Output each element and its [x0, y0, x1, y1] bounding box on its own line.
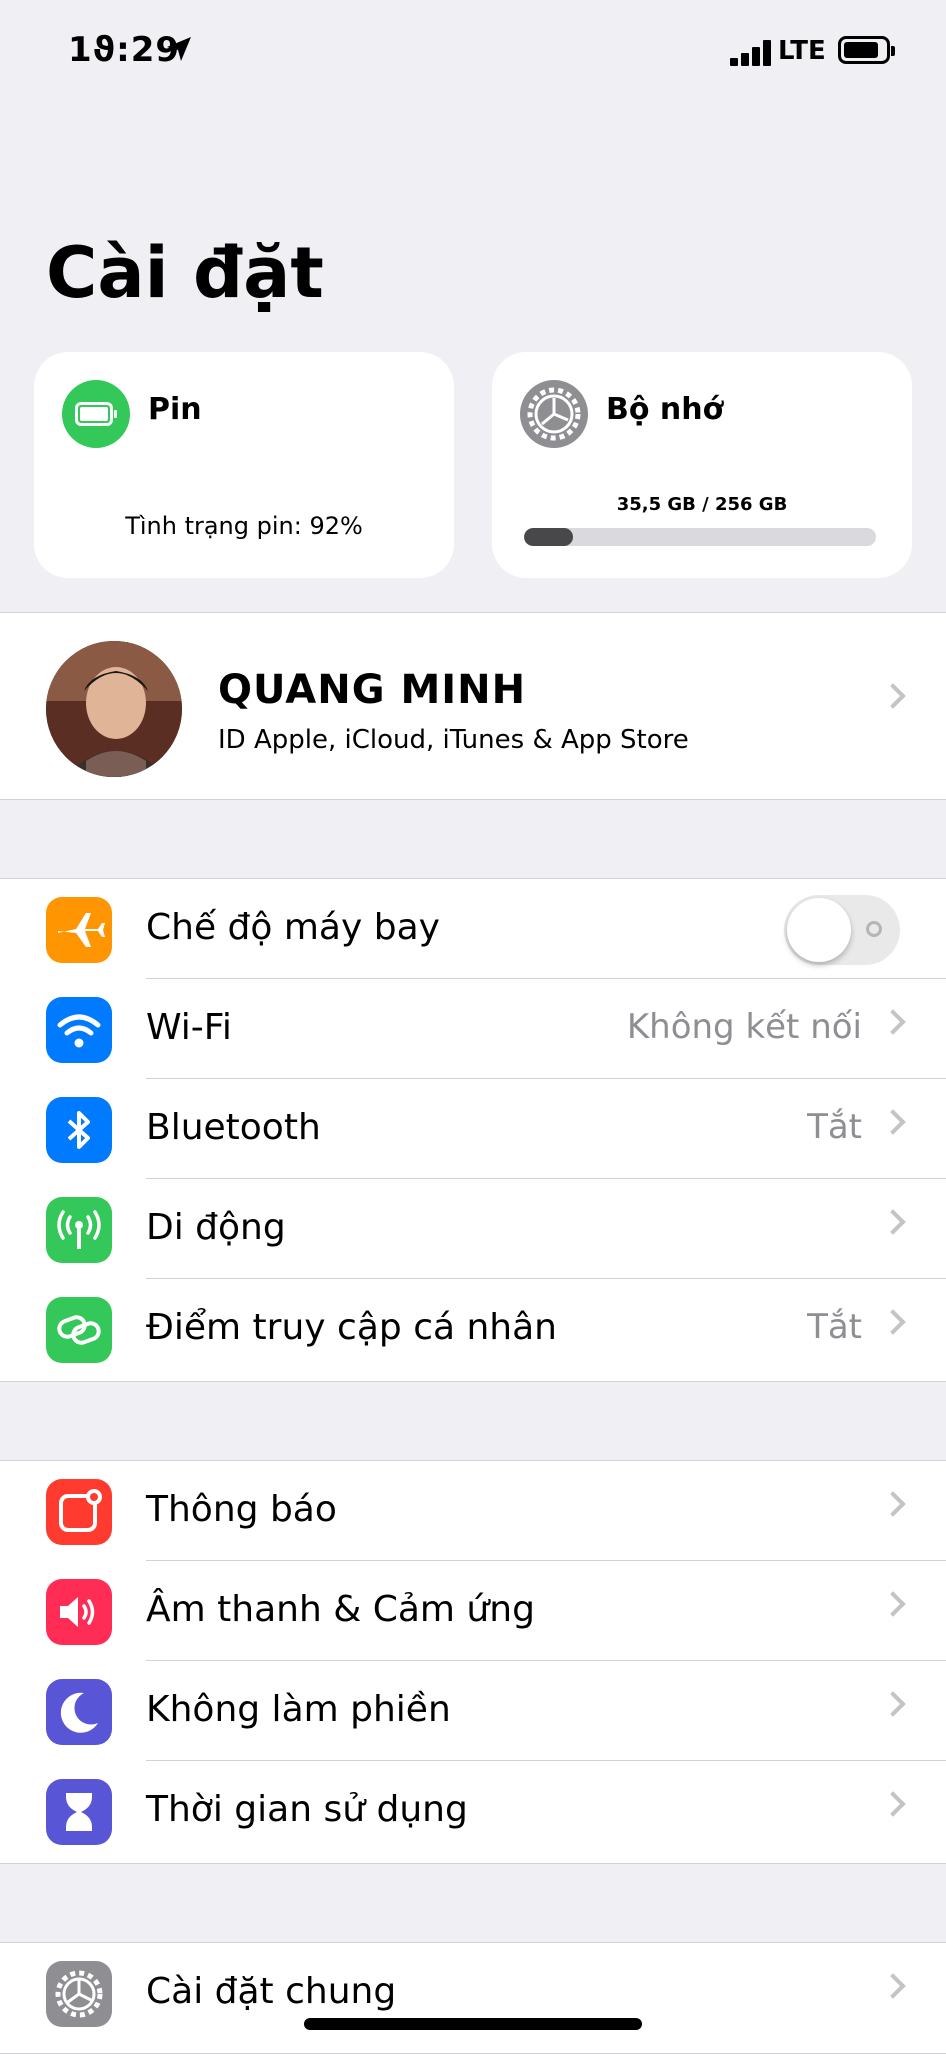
profile-subtitle: ID Apple, iCloud, iTunes & App Store [218, 725, 689, 755]
location-arrow-icon [167, 37, 191, 61]
general-group: Cài đặt chung [0, 1942, 946, 2054]
row-label: Chế độ máy bay [146, 907, 440, 948]
avatar [46, 641, 182, 777]
airplane-mode-toggle[interactable] [784, 895, 900, 965]
row-sounds-haptics[interactable]: Âm thanh & Cảm ứng [0, 1561, 946, 1661]
home-indicator[interactable] [304, 2018, 642, 2030]
chevron-right-icon [880, 1309, 906, 1335]
bluetooth-icon [46, 1097, 112, 1163]
row-do-not-disturb[interactable]: Không làm phiền [0, 1661, 946, 1761]
row-label: Di động [146, 1207, 286, 1248]
notifications-icon [46, 1479, 112, 1545]
hotspot-icon [46, 1297, 112, 1363]
battery-card-title: Pin [148, 392, 202, 427]
row-cellular[interactable]: Di động [0, 1179, 946, 1279]
toggle-knob [787, 898, 851, 962]
apple-id-profile-row[interactable]: QUANG MINH ID Apple, iCloud, iTunes & Ap… [0, 612, 946, 800]
row-label: Thời gian sử dụng [146, 1789, 468, 1830]
chevron-right-icon [880, 1491, 906, 1517]
profile-name: QUANG MINH [218, 667, 527, 713]
sound-icon [46, 1579, 112, 1645]
row-personal-hotspot[interactable]: Điểm truy cập cá nhân Tắt [0, 1279, 946, 1379]
battery-card[interactable]: Pin Tình trạng pin: 92% [34, 352, 454, 578]
storage-bar [524, 528, 876, 546]
row-screen-time[interactable]: Thời gian sử dụng [0, 1761, 946, 1861]
battery-card-icon [62, 380, 130, 448]
chevron-right-icon [880, 1691, 906, 1717]
storage-bar-fill [524, 528, 574, 546]
connectivity-group: Chế độ máy bay Wi-Fi Không kết nối Bluet… [0, 878, 946, 1382]
row-label: Cài đặt chung [146, 1971, 397, 2012]
moon-icon [46, 1679, 112, 1745]
airplane-icon [46, 897, 112, 963]
page-title: Cài đặt [46, 232, 324, 314]
chevron-right-icon [880, 683, 906, 709]
storage-card-title: Bộ nhớ [606, 392, 724, 427]
row-wifi[interactable]: Wi-Fi Không kết nối [0, 979, 946, 1079]
network-type: LTE [778, 36, 826, 66]
chevron-right-icon [880, 1973, 906, 1999]
chevron-right-icon [880, 1791, 906, 1817]
battery-health-text: Tình trạng pin: 92% [125, 512, 363, 540]
chevron-right-icon [880, 1109, 906, 1135]
storage-card[interactable]: Bộ nhớ 35,5 GB / 256 GB [492, 352, 912, 578]
row-bluetooth[interactable]: Bluetooth Tắt [0, 1079, 946, 1179]
row-label: Wi-Fi [146, 1007, 232, 1048]
chevron-right-icon [880, 1209, 906, 1235]
status-bar: 1ϑ:29 LTE [0, 0, 946, 100]
gear-icon [46, 1961, 112, 2027]
hourglass-icon [46, 1779, 112, 1845]
row-notifications[interactable]: Thông báo [0, 1461, 946, 1561]
row-value: Tắt [807, 1307, 862, 1347]
row-label: Điểm truy cập cá nhân [146, 1307, 557, 1348]
row-label: Thông báo [146, 1489, 337, 1530]
toggle-off-indicator-icon [866, 921, 882, 937]
row-value: Không kết nối [626, 1007, 862, 1047]
chevron-right-icon [880, 1591, 906, 1617]
chevron-right-icon [880, 1009, 906, 1035]
cellular-icon [46, 1197, 112, 1263]
row-airplane-mode[interactable]: Chế độ máy bay [0, 879, 946, 979]
gear-icon [520, 380, 588, 448]
wifi-icon [46, 997, 112, 1063]
row-label: Âm thanh & Cảm ứng [146, 1589, 535, 1630]
row-label: Không làm phiền [146, 1689, 451, 1730]
battery-icon [838, 36, 895, 64]
notifications-group: Thông báo Âm thanh & Cảm ứng Không làm p… [0, 1460, 946, 1864]
storage-usage-text: 35,5 GB / 256 GB [616, 494, 788, 515]
signal-strength-icon [730, 40, 774, 66]
row-value: Tắt [807, 1107, 862, 1147]
row-label: Bluetooth [146, 1107, 321, 1148]
